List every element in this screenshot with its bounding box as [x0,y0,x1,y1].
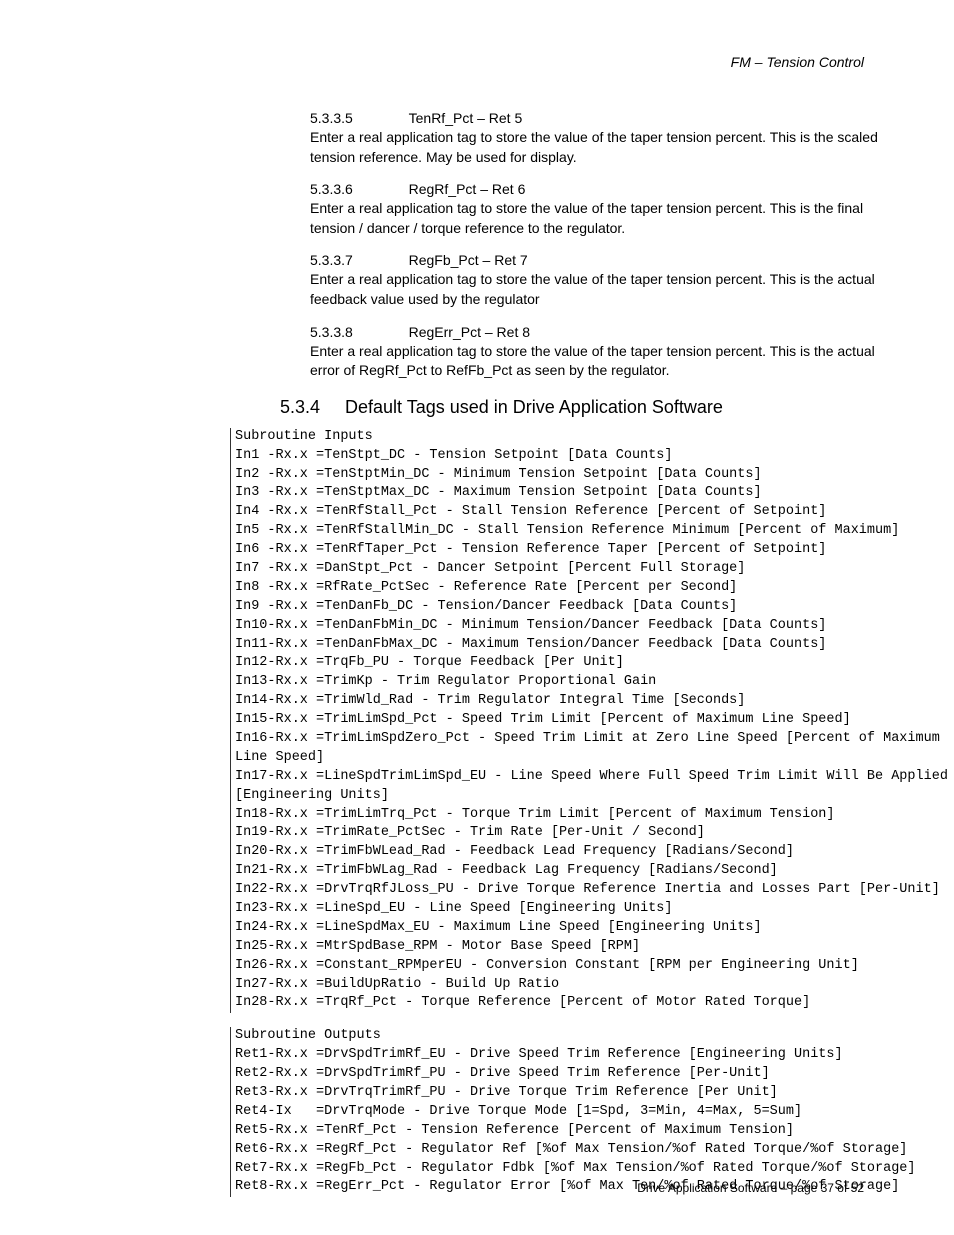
section-body: Enter a real application tag to store th… [310,270,894,309]
heading-title: Default Tags used in Drive Application S… [345,397,723,417]
section-number: 5.3.3.6 [310,181,405,197]
heading-534: 5.3.4 Default Tags used in Drive Applica… [280,397,894,418]
page-footer: Drive Application Software – page 37 of … [637,1181,864,1195]
heading-number: 5.3.4 [280,397,340,418]
code-subroutine-inputs: Subroutine Inputs In1 -Rx.x =TenStpt_DC … [230,428,894,1014]
section-5337: 5.3.3.7 RegFb_Pct – Ret 7 Enter a real a… [310,252,894,309]
section-number: 5.3.3.7 [310,252,405,268]
section-title: RegErr_Pct – Ret 8 [409,324,530,340]
section-5338: 5.3.3.8 RegErr_Pct – Ret 8 Enter a real … [310,324,894,381]
section-body: Enter a real application tag to store th… [310,342,894,381]
section-5336: 5.3.3.6 RegRf_Pct – Ret 6 Enter a real a… [310,181,894,238]
section-body: Enter a real application tag to store th… [310,128,894,167]
page-content: 5.3.3.5 TenRf_Pct – Ret 5 Enter a real a… [110,110,894,1197]
section-title: TenRf_Pct – Ret 5 [409,110,523,126]
page-header-right: FM – Tension Control [731,54,864,70]
section-title: RegFb_Pct – Ret 7 [409,252,528,268]
section-number: 5.3.3.8 [310,324,405,340]
section-title: RegRf_Pct – Ret 6 [409,181,526,197]
section-body: Enter a real application tag to store th… [310,199,894,238]
section-number: 5.3.3.5 [310,110,405,126]
section-5335: 5.3.3.5 TenRf_Pct – Ret 5 Enter a real a… [310,110,894,167]
code-subroutine-outputs: Subroutine Outputs Ret1-Rx.x =DrvSpdTrim… [230,1027,894,1197]
